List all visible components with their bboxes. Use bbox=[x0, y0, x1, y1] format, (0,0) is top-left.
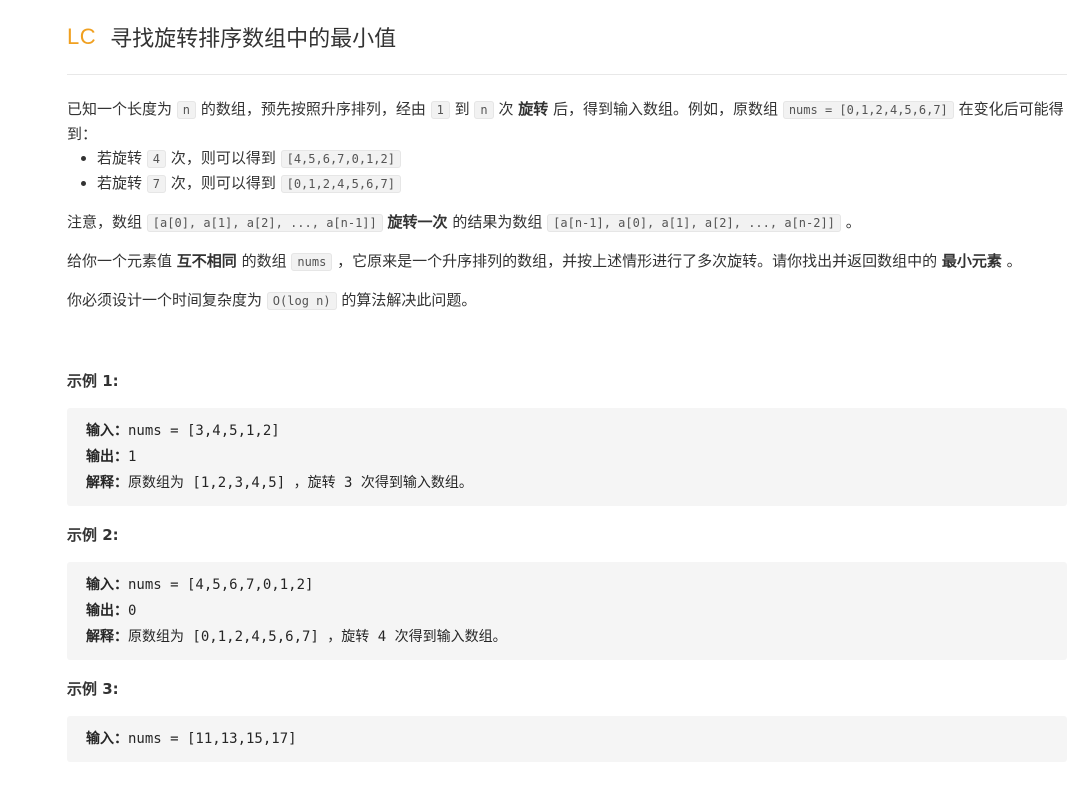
example-2-label: 示例 2: bbox=[67, 526, 119, 544]
complexity-paragraph: 你必须设计一个时间复杂度为 O(log n) 的算法解决此问题。 bbox=[67, 288, 1067, 313]
input-key: 输入： bbox=[86, 731, 128, 747]
input-value: nums = [3,4,5,1,2] bbox=[128, 423, 280, 439]
example-input-line: 输入：nums = [11,13,15,17] bbox=[86, 726, 1048, 752]
example-2-box: 输入：nums = [4,5,6,7,0,1,2] 输出：0 解释：原数组为 [… bbox=[67, 562, 1067, 660]
output-key: 输出： bbox=[86, 449, 128, 465]
intro-text-3: 到 bbox=[454, 100, 470, 118]
complexity-text-2: 的算法解决此问题。 bbox=[341, 291, 477, 309]
explain-array: [1,2,3,4,5] ， bbox=[184, 475, 308, 491]
example-3-label: 示例 3: bbox=[67, 680, 119, 698]
intro-text-1: 已知一个长度为 bbox=[67, 100, 173, 118]
output-key: 输出： bbox=[86, 603, 128, 619]
inline-code-n-2: n bbox=[474, 101, 494, 119]
explain-key: 解释： bbox=[86, 629, 128, 645]
inline-code-array-rotated: [a[n-1], a[0], a[1], a[2], ..., a[n-2]] bbox=[547, 214, 841, 232]
problem-page: LC 寻找旋转排序数组中的最小值 已知一个长度为 n 的数组，预先按照升序排列，… bbox=[67, 0, 1067, 762]
explain-text: 次得到输入数组。 bbox=[360, 475, 473, 491]
inline-code-array-a: [a[0], a[1], a[2], ..., a[n-1]] bbox=[146, 214, 383, 232]
explain-text: 原数组为 bbox=[128, 629, 184, 645]
input-value: nums = [11,13,15,17] bbox=[128, 731, 297, 747]
example-output-line: 输出：0 bbox=[86, 598, 1048, 624]
task-text-4: 。 bbox=[1006, 252, 1022, 270]
note-text-3: 。 bbox=[845, 213, 861, 231]
explain-text: 次得到输入数组。 bbox=[394, 629, 507, 645]
task-text-1: 给你一个元素值 bbox=[67, 252, 173, 270]
title-bar: LC 寻找旋转排序数组中的最小值 bbox=[67, 0, 1067, 75]
inline-code-example-array: nums = [0,1,2,4,5,6,7] bbox=[782, 101, 954, 119]
rotation-list: 若旋转 4 次，则可以得到 [4,5,6,7,0,1,2] 若旋转 7 次，则可… bbox=[67, 146, 1067, 196]
inline-code-1: 1 bbox=[430, 101, 450, 119]
explain-array: [0,1,2,4,5,6,7] ， bbox=[184, 629, 342, 645]
example-1-label: 示例 1: bbox=[67, 372, 119, 390]
explain-text: 旋转 bbox=[307, 475, 336, 491]
list-text: 若旋转 bbox=[97, 174, 143, 192]
intro-paragraph: 已知一个长度为 n 的数组，预先按照升序排列，经由 1 到 n 次 旋转 后，得… bbox=[67, 97, 1067, 146]
example-output-line: 输出：1 bbox=[86, 444, 1048, 470]
note-paragraph: 注意，数组 [a[0], a[1], a[2], ..., a[n-1]] 旋转… bbox=[67, 210, 1067, 235]
input-key: 输入： bbox=[86, 577, 128, 593]
example-input-line: 输入：nums = [4,5,6,7,0,1,2] bbox=[86, 572, 1048, 598]
inline-code: [4,5,6,7,0,1,2] bbox=[280, 150, 401, 168]
task-text-2: 的数组 bbox=[241, 252, 287, 270]
task-text-3: ，它原来是一个升序排列的数组，并按上述情形进行了多次旋转。请你找出并返回数组中的 bbox=[337, 252, 938, 270]
output-value: 0 bbox=[128, 603, 137, 619]
task-paragraph: 给你一个元素值 互不相同 的数组 nums ，它原来是一个升序排列的数组，并按上… bbox=[67, 249, 1067, 274]
explain-text: 旋转 bbox=[341, 629, 370, 645]
inline-code: 7 bbox=[146, 175, 167, 193]
note-bold-rotate-once: 旋转一次 bbox=[387, 213, 448, 231]
explain-text: 原数组为 bbox=[128, 475, 184, 491]
inline-code-complexity: O(log n) bbox=[266, 292, 337, 310]
list-text: 若旋转 bbox=[97, 149, 143, 167]
input-key: 输入： bbox=[86, 423, 128, 439]
intro-bold-rotate: 旋转 bbox=[518, 100, 549, 118]
inline-code-n: n bbox=[176, 101, 197, 119]
inline-code: 4 bbox=[146, 150, 167, 168]
example-1-box: 输入：nums = [3,4,5,1,2] 输出：1 解释：原数组为 [1,2,… bbox=[67, 408, 1067, 506]
example-explain-line: 解释：原数组为 [1,2,3,4,5] ，旋转 3 次得到输入数组。 bbox=[86, 470, 1048, 496]
note-text-2: 的结果为数组 bbox=[452, 213, 543, 231]
explain-count: 3 bbox=[335, 475, 361, 491]
list-text: 次，则可以得到 bbox=[170, 149, 276, 167]
input-value: nums = [4,5,6,7,0,1,2] bbox=[128, 577, 314, 593]
example-input-line: 输入：nums = [3,4,5,1,2] bbox=[86, 418, 1048, 444]
complexity-text-1: 你必须设计一个时间复杂度为 bbox=[67, 291, 263, 309]
output-value: 1 bbox=[128, 449, 137, 465]
example-3-box: 输入：nums = [11,13,15,17] bbox=[67, 716, 1067, 762]
example-explain-line: 解释：原数组为 [0,1,2,4,5,6,7] ，旋转 4 次得到输入数组。 bbox=[86, 624, 1048, 650]
task-bold-min-element: 最小元素 bbox=[941, 252, 1002, 270]
list-item: 若旋转 7 次，则可以得到 [0,1,2,4,5,6,7] bbox=[97, 171, 1067, 196]
list-text: 次，则可以得到 bbox=[170, 174, 276, 192]
inline-code: [0,1,2,4,5,6,7] bbox=[280, 175, 401, 193]
note-text-1: 注意，数组 bbox=[67, 213, 143, 231]
intro-text-5: 后，得到输入数组。例如，原数组 bbox=[553, 100, 779, 118]
inline-code-nums: nums bbox=[291, 253, 333, 271]
list-item: 若旋转 4 次，则可以得到 [4,5,6,7,0,1,2] bbox=[97, 146, 1067, 171]
intro-text-4: 次 bbox=[498, 100, 514, 118]
problem-title: 寻找旋转排序数组中的最小值 bbox=[110, 27, 397, 52]
intro-text-2: 的数组，预先按照升序排列，经由 bbox=[200, 100, 426, 118]
explain-count: 4 bbox=[369, 629, 395, 645]
lc-logo: LC bbox=[67, 24, 97, 49]
task-bold-distinct: 互不相同 bbox=[176, 252, 237, 270]
explain-key: 解释： bbox=[86, 475, 128, 491]
